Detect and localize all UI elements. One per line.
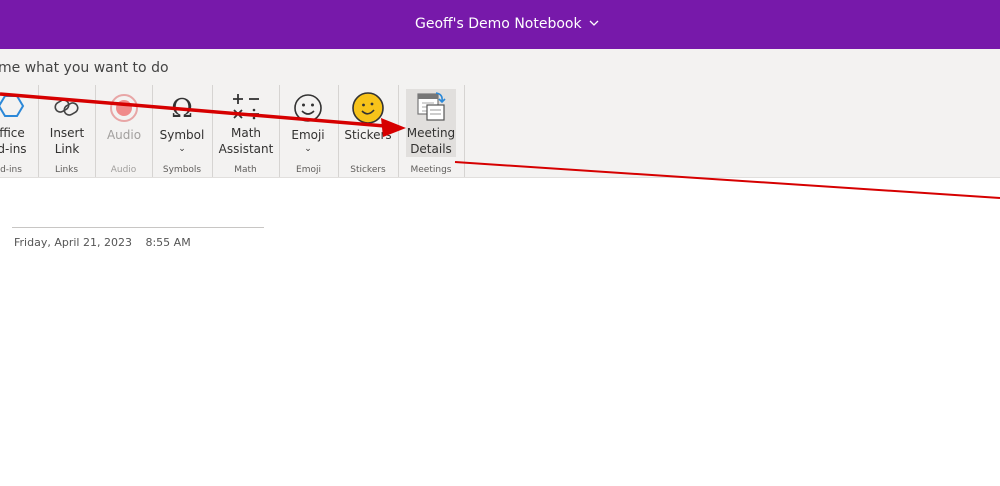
math-assistant-button[interactable]: Math Assistant <box>218 89 274 157</box>
group-meetings: Meeting Details Meetings <box>398 85 465 177</box>
omega-icon: Ω <box>166 89 198 127</box>
office-addins-icon <box>0 89 29 125</box>
group-label-math: Math <box>234 165 257 175</box>
title-bar: Geoff's Demo Notebook <box>0 0 1000 49</box>
audio-label: Audio <box>106 128 142 142</box>
notebook-name[interactable]: Geoff's Demo Notebook <box>415 16 582 32</box>
math-label-1: Math <box>230 126 262 140</box>
group-label-links: Links <box>54 165 79 175</box>
link-icon <box>51 89 83 125</box>
group-label-meetings: Meetings <box>410 165 452 175</box>
audio-button[interactable]: Audio <box>101 89 147 157</box>
smiley-icon <box>292 89 324 127</box>
record-icon <box>108 89 140 127</box>
meeting-label-1: Meeting <box>406 126 456 140</box>
page-title-underline <box>12 227 264 228</box>
group-stickers: Stickers Stickers <box>338 85 399 177</box>
stickers-label: Stickers <box>344 128 392 142</box>
group-label-symbols: Symbols <box>162 165 202 175</box>
group-addins: ffice d-ins d-ins <box>0 85 39 177</box>
meeting-label-2: Details <box>410 142 452 156</box>
notebook-title[interactable]: Geoff's Demo Notebook <box>415 16 599 32</box>
group-math: Math Assistant Math <box>212 85 280 177</box>
emoji-button[interactable]: Emoji ⌄ <box>285 89 331 157</box>
tell-me-search[interactable]: me what you want to do <box>0 60 169 76</box>
sticker-icon <box>351 89 385 127</box>
addins-label-1: ffice <box>0 126 25 140</box>
group-label-audio: Audio <box>110 165 137 175</box>
group-label-emoji: Emoji <box>296 165 321 175</box>
symbol-button[interactable]: Ω Symbol ⌄ <box>158 89 206 157</box>
link-label-2: Link <box>54 142 80 156</box>
math-label-2: Assistant <box>218 142 274 156</box>
search-bar[interactable]: me what you want to do <box>0 49 1000 85</box>
insert-ribbon: ffice d-ins d-ins Insert Link Links Audi… <box>0 85 1000 178</box>
group-symbols: Ω Symbol ⌄ Symbols <box>152 85 213 177</box>
group-label-stickers: Stickers <box>350 165 386 175</box>
symbol-label: Symbol <box>159 128 205 142</box>
addins-label-2: d-ins <box>0 142 27 156</box>
svg-text:Ω: Ω <box>171 94 193 124</box>
office-addins-button[interactable]: ffice d-ins <box>0 89 36 157</box>
emoji-dropdown-chevron-icon[interactable]: ⌄ <box>304 143 312 155</box>
chevron-down-icon[interactable] <box>589 19 599 30</box>
meeting-details-button[interactable]: Meeting Details <box>406 89 456 157</box>
emoji-label: Emoji <box>291 128 325 142</box>
group-links: Insert Link Links <box>38 85 96 177</box>
group-emoji: Emoji ⌄ Emoji <box>279 85 339 177</box>
link-label-1: Insert <box>49 126 85 140</box>
page-time: 8:55 AM <box>145 236 191 249</box>
insert-link-button[interactable]: Insert Link <box>44 89 90 157</box>
stickers-button[interactable]: Stickers <box>344 89 392 157</box>
page-date: Friday, April 21, 2023 <box>14 236 132 249</box>
page-datetime: Friday, April 21, 2023 8:55 AM <box>14 236 201 249</box>
math-icon <box>229 89 263 125</box>
group-label-addins: d-ins <box>0 165 22 175</box>
group-audio: Audio Audio <box>95 85 153 177</box>
symbol-dropdown-chevron-icon[interactable]: ⌄ <box>178 143 186 155</box>
meeting-calendar-icon <box>414 89 448 125</box>
